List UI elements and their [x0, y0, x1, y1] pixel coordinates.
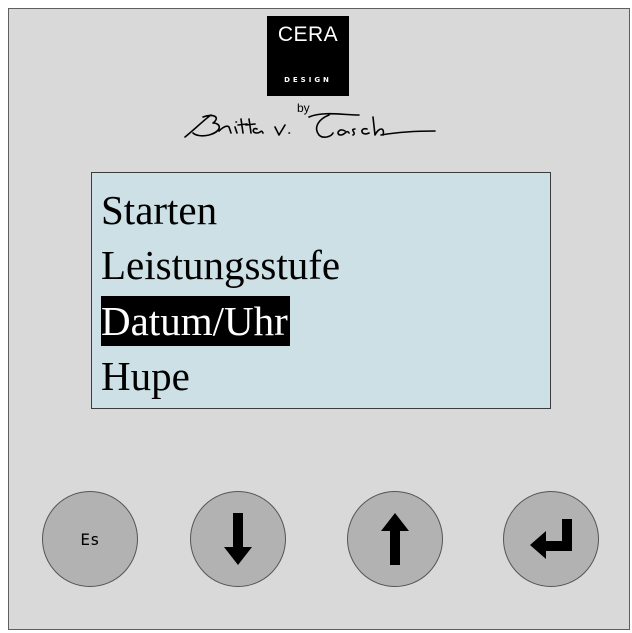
- control-panel: CERA DESIGN by Starten Leistungsstufe Da…: [8, 8, 630, 630]
- lcd-display: Starten Leistungsstufe Datum/Uhr Hupe: [91, 172, 551, 409]
- arrow-up-icon: [381, 513, 409, 565]
- arrow-down-icon: [224, 513, 252, 565]
- enter-icon: [530, 519, 572, 559]
- logo-design-text: DESIGN: [284, 76, 332, 84]
- menu-item-starten[interactable]: Starten: [101, 185, 217, 235]
- menu-item-leistungsstufe[interactable]: Leistungsstufe: [101, 240, 340, 290]
- menu-item-datum-uhr[interactable]: Datum/Uhr: [101, 296, 290, 346]
- down-button[interactable]: [190, 491, 286, 587]
- up-button[interactable]: [347, 491, 443, 587]
- logo-brand-text: CERA: [277, 23, 339, 46]
- signature-logo: [184, 112, 436, 138]
- escape-button-label: Es: [80, 529, 100, 549]
- escape-button[interactable]: Es: [42, 491, 138, 587]
- enter-button[interactable]: [503, 491, 599, 587]
- menu-item-hupe[interactable]: Hupe: [101, 351, 190, 401]
- cera-design-logo: CERA DESIGN: [267, 16, 349, 96]
